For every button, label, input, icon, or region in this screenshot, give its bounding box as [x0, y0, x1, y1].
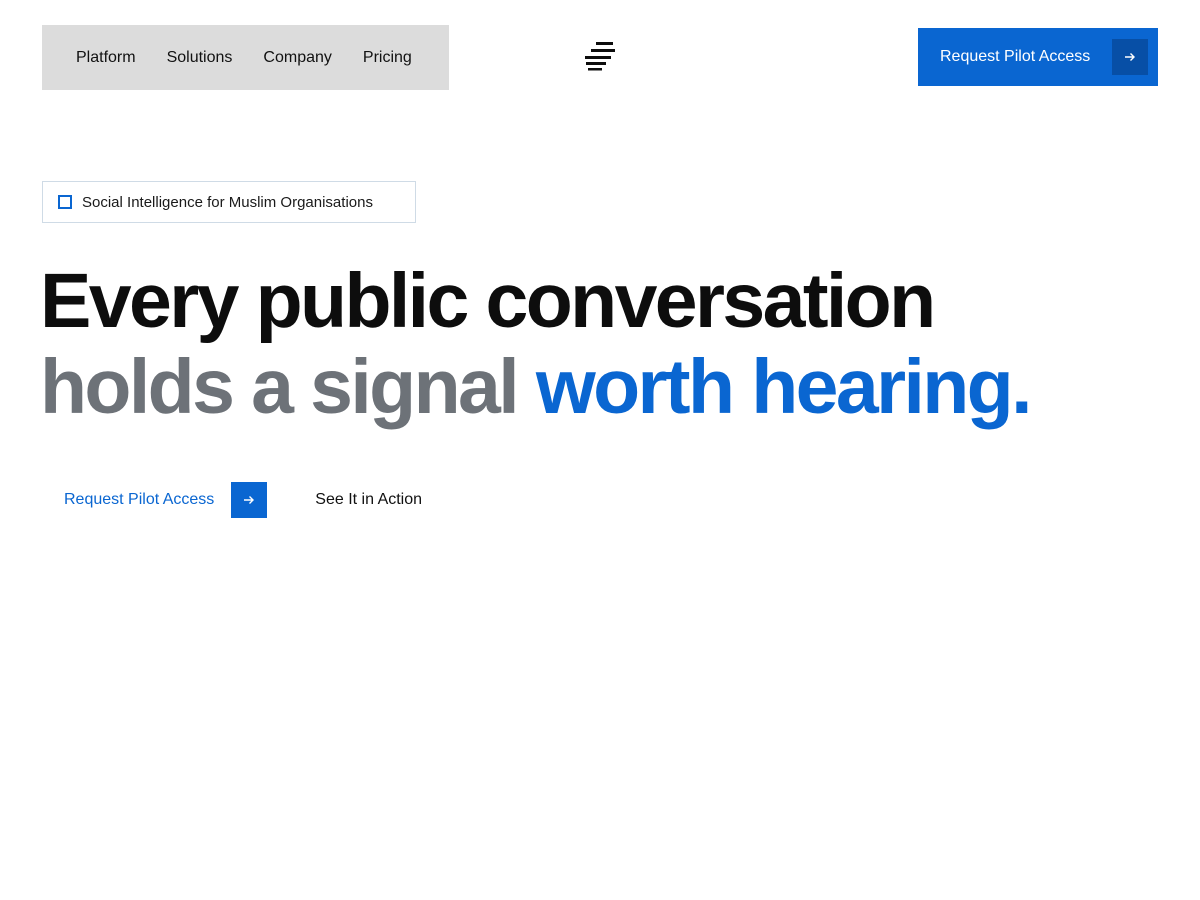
hero-badge-text: Social Intelligence for Muslim Organisat… — [82, 193, 373, 211]
see-it-in-action-link[interactable]: See It in Action — [315, 491, 422, 509]
nav-link-solutions[interactable]: Solutions — [167, 49, 233, 67]
nav-link-platform[interactable]: Platform — [76, 49, 136, 67]
main-nav: Platform Solutions Company Pricing — [42, 25, 449, 90]
headline-accent: worth hearing. — [535, 344, 1033, 430]
cta-label: Request Pilot Access — [940, 48, 1091, 65]
request-pilot-access-button-header[interactable]: Request Pilot Access — [918, 28, 1158, 86]
headline-line-2: holds a signal worth hearing. — [40, 344, 1033, 430]
request-pilot-access-button[interactable]: Request Pilot Access — [42, 482, 268, 518]
hero-headline: Every public conversation holds a signal… — [40, 258, 1033, 430]
stacked-lines-logo-icon[interactable] — [583, 40, 617, 72]
square-outline-icon — [58, 195, 72, 209]
headline-line-2-plain: holds a signal — [40, 344, 536, 430]
nav-link-company[interactable]: Company — [263, 49, 331, 67]
arrow-right-icon — [231, 482, 268, 518]
cta-primary-label: Request Pilot Access — [64, 491, 215, 508]
nav-link-pricing[interactable]: Pricing — [363, 49, 412, 67]
hero-cta-row: Request Pilot Access See It in Action — [42, 482, 422, 518]
hero-badge: Social Intelligence for Muslim Organisat… — [42, 181, 416, 223]
arrow-right-icon — [1112, 39, 1148, 75]
headline-line-1: Every public conversation — [40, 258, 936, 344]
landing-page: Platform Solutions Company Pricing Reque… — [0, 0, 1200, 900]
